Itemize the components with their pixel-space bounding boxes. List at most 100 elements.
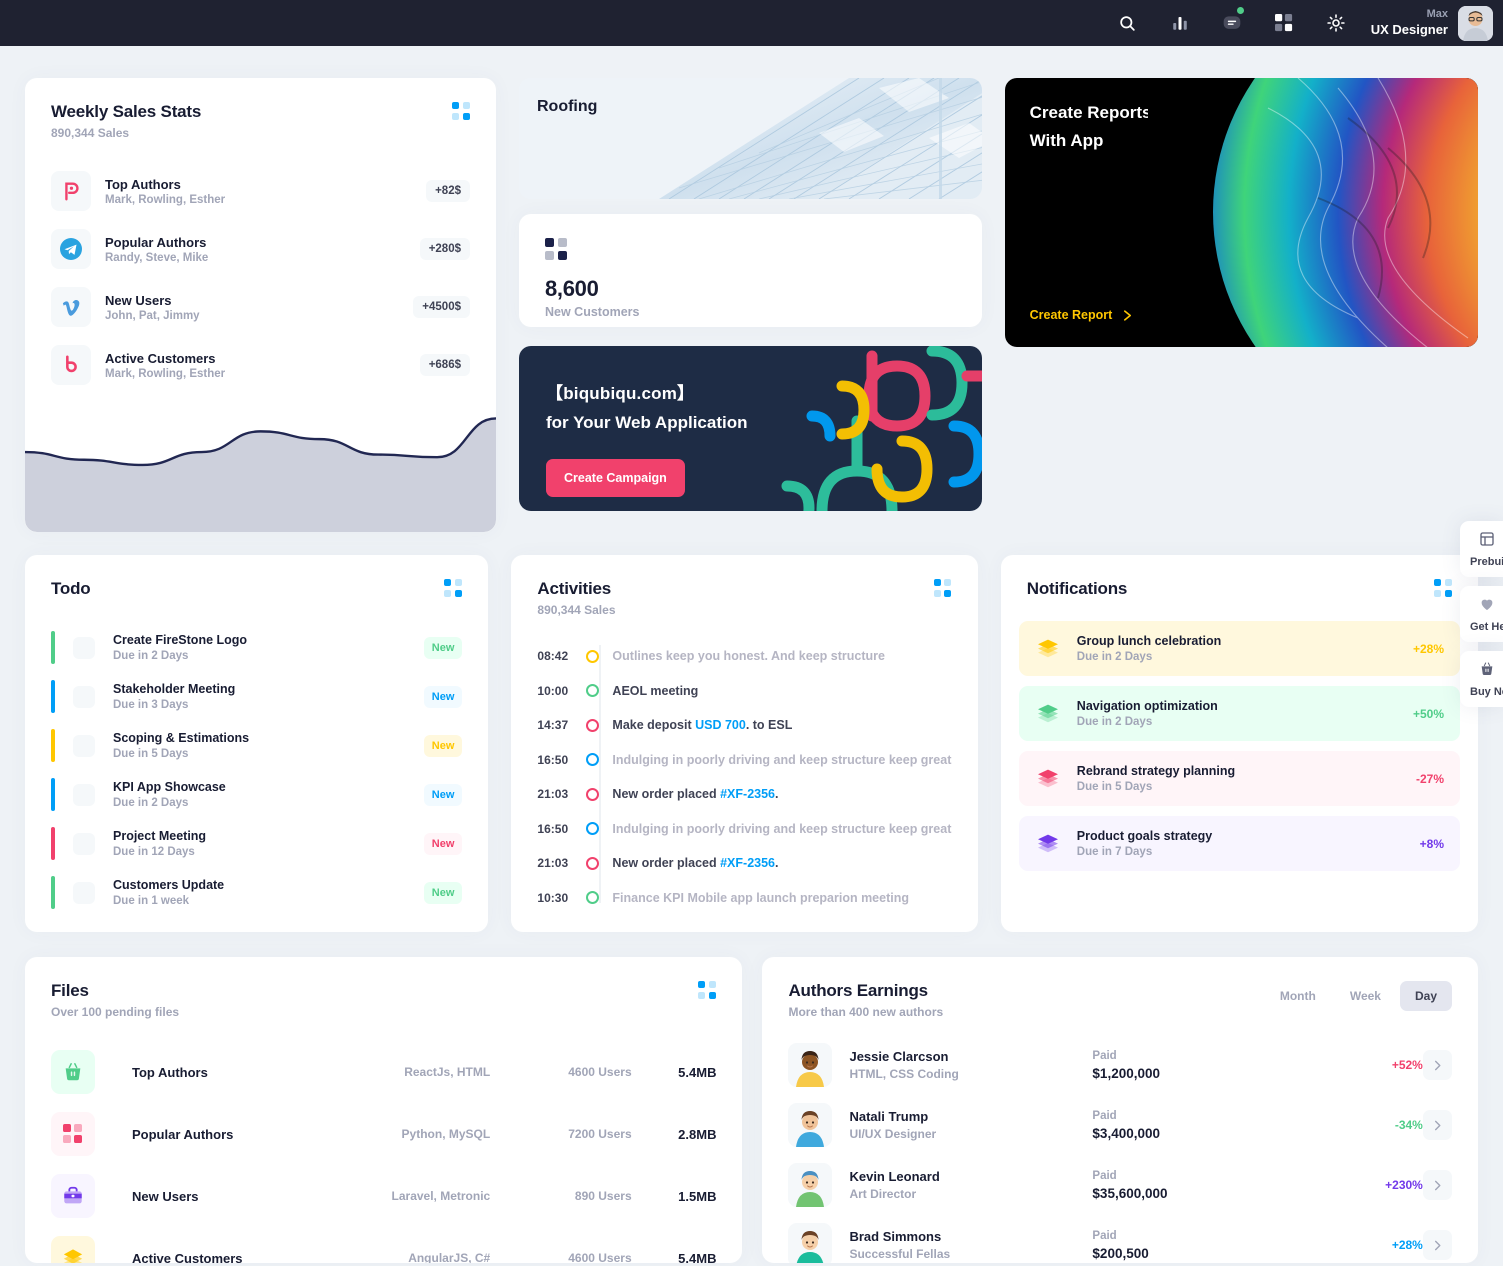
activity-item[interactable]: 16:50 Indulging in poorly driving and ke… xyxy=(537,743,951,778)
activity-link[interactable]: #XF-2356 xyxy=(720,787,775,801)
author-detail-button[interactable] xyxy=(1422,1050,1452,1080)
activities-header: Activities 890,344 Sales xyxy=(511,555,977,617)
topbar-icon-group xyxy=(1111,6,1353,40)
create-campaign-button[interactable]: Create Campaign xyxy=(546,459,685,497)
notification-due: Due in 2 Days xyxy=(1076,716,1153,728)
todo-checkbox[interactable] xyxy=(73,881,95,904)
notification-percent: +28% xyxy=(1412,641,1444,656)
file-name: New Users xyxy=(132,1188,199,1204)
author-role: HTML, CSS Coding xyxy=(849,1067,959,1081)
notification-item[interactable]: Group lunch celebration Due in 2 Days +2… xyxy=(1018,621,1460,676)
todo-checkbox[interactable] xyxy=(73,832,95,855)
top-row: Weekly Sales Stats 890,344 Sales Top Aut… xyxy=(25,78,1478,532)
todo-item[interactable]: KPI App Showcase Due in 2 Days New xyxy=(51,770,463,819)
chat-icon[interactable] xyxy=(1215,6,1249,40)
paid-value: $1,200,000 xyxy=(1092,1065,1160,1081)
author-paid: Paid $3,400,000 xyxy=(1092,1110,1316,1141)
weekly-sales-row-value: +280$ xyxy=(419,238,470,260)
card-menu-icon[interactable] xyxy=(698,981,716,999)
activity-text: AEOL meeting xyxy=(612,683,699,698)
paid-label: Paid xyxy=(1092,1049,1117,1062)
activity-text: Indulging in poorly driving and keep str… xyxy=(612,752,952,767)
todo-item[interactable]: Scoping & Estimations Due in 5 Days New xyxy=(51,721,463,770)
activity-time: 21:03 xyxy=(537,787,569,802)
activity-link[interactable]: USD 700 xyxy=(695,718,746,732)
float-item-prebuilt[interactable]: Prebuilt xyxy=(1460,521,1503,577)
roofing-title: Roofing xyxy=(537,98,598,115)
todo-item-text: Customers Update Due in 1 week xyxy=(113,878,424,907)
activity-item[interactable]: 21:03 New order placed #XF-2356. xyxy=(537,846,951,881)
todo-item[interactable]: Stakeholder Meeting Due in 3 Days New xyxy=(51,672,463,721)
todo-item[interactable]: Create FireStone Logo Due in 2 Days New xyxy=(51,623,463,672)
grid-icon[interactable] xyxy=(1267,6,1301,40)
todo-checkbox[interactable] xyxy=(73,685,95,708)
todo-item[interactable]: Customers Update Due in 1 week New xyxy=(51,868,463,917)
file-row[interactable]: Popular Authors Python, MySQL 7200 Users… xyxy=(51,1103,716,1165)
user-menu[interactable]: Max UX Designer xyxy=(1371,5,1493,41)
chart-icon[interactable] xyxy=(1163,6,1197,40)
create-report-link[interactable]: Create Report xyxy=(1030,308,1135,322)
todo-item-text: Project Meeting Due in 12 Days xyxy=(113,829,424,858)
author-detail-button[interactable] xyxy=(1422,1230,1452,1260)
weekly-sales-row[interactable]: Top Authors Mark, Rowling, Esther +82$ xyxy=(51,162,470,220)
weekly-sales-row[interactable]: Popular Authors Randy, Steve, Mike +280$ xyxy=(51,220,470,278)
card-menu-icon[interactable] xyxy=(452,102,470,120)
file-row[interactable]: Top Authors ReactJs, HTML 4600 Users 5.4… xyxy=(51,1041,716,1103)
weekly-sales-row-people: Mark, Rowling, Esther xyxy=(105,367,226,380)
theme-icon[interactable] xyxy=(1319,6,1353,40)
todo-checkbox[interactable] xyxy=(73,636,95,659)
roofing-card[interactable]: Roofing xyxy=(519,78,982,199)
tab-day[interactable]: Day xyxy=(1399,981,1452,1011)
author-row[interactable]: Kevin Leonard Art Director Paid $35,600,… xyxy=(788,1155,1452,1215)
weekly-sales-row-name: New Users xyxy=(105,292,172,308)
activity-body: Indulging in poorly driving and keep str… xyxy=(612,822,951,836)
notification-item[interactable]: Rebrand strategy planning Due in 5 Days … xyxy=(1018,751,1460,806)
weekly-sales-chart xyxy=(25,395,496,532)
activity-body: Indulging in poorly driving and keep str… xyxy=(612,753,951,767)
file-row[interactable]: New Users Laravel, Metronic 890 Users 1.… xyxy=(51,1165,716,1227)
todo-checkbox[interactable] xyxy=(73,783,95,806)
todo-item-name: Project Meeting xyxy=(113,829,207,843)
float-item-label: Get Help xyxy=(1470,621,1503,633)
weekly-sales-row[interactable]: New Users John, Pat, Jimmy +4500$ xyxy=(51,278,470,336)
paid-label: Paid xyxy=(1092,1229,1117,1242)
activity-item[interactable]: 08:42 Outlines keep you honest. And keep… xyxy=(537,639,951,674)
card-menu-icon[interactable] xyxy=(444,579,462,597)
activity-item[interactable]: 21:03 New order placed #XF-2356. xyxy=(537,777,951,812)
activity-item[interactable]: 16:50 Indulging in poorly driving and ke… xyxy=(537,812,951,847)
layers-icon xyxy=(1035,766,1061,792)
activity-item[interactable]: 10:30 Finance KPI Mobile app launch prep… xyxy=(537,881,951,916)
author-percent: +28% xyxy=(1391,1238,1423,1252)
basket-icon xyxy=(51,1050,95,1094)
author-row[interactable]: Natali Trump UI/UX Designer Paid $3,400,… xyxy=(788,1095,1452,1155)
search-icon[interactable] xyxy=(1111,6,1145,40)
notification-item[interactable]: Navigation optimization Due in 2 Days +5… xyxy=(1018,686,1460,741)
avatar[interactable] xyxy=(1458,5,1493,41)
file-name: Active Customers xyxy=(132,1250,243,1264)
bottom-row: Files Over 100 pending files Top Authors… xyxy=(25,957,1478,1263)
card-menu-icon[interactable] xyxy=(933,579,952,597)
tab-week[interactable]: Week xyxy=(1335,981,1396,1011)
todo-item-name: Customers Update xyxy=(113,878,225,892)
right-column: Create Reports With App Create Report xyxy=(1004,78,1478,532)
tab-month[interactable]: Month xyxy=(1265,981,1331,1011)
author-row[interactable]: Jessie Clarcson HTML, CSS Coding Paid $1… xyxy=(788,1035,1452,1095)
file-tech: Python, MySQL xyxy=(401,1127,491,1141)
author-row[interactable]: Brad Simmons Successful Fellas Paid $200… xyxy=(788,1215,1452,1263)
weekly-sales-row[interactable]: Active Customers Mark, Rowling, Esther +… xyxy=(51,336,470,394)
activity-item[interactable]: 14:37 Make deposit USD 700. to ESL xyxy=(537,708,951,743)
notification-item[interactable]: Product goals strategy Due in 7 Days +8% xyxy=(1018,816,1460,871)
card-menu-icon[interactable] xyxy=(1434,579,1452,597)
campaign-banner: 【biqubiqu.com】 for Your Web Application … xyxy=(519,346,982,511)
file-row[interactable]: Active Customers AngularJS, C# 4600 User… xyxy=(51,1227,716,1263)
notification-name: Rebrand strategy planning xyxy=(1076,764,1236,778)
todo-checkbox[interactable] xyxy=(73,734,95,757)
activity-marker-icon xyxy=(586,822,600,836)
float-item-buy-now[interactable]: Buy Now xyxy=(1460,651,1503,707)
float-item-get-help[interactable]: Get Help xyxy=(1460,586,1503,642)
todo-item[interactable]: Project Meeting Due in 12 Days New xyxy=(51,819,463,868)
activity-item[interactable]: 10:00 AEOL meeting xyxy=(537,674,951,709)
author-detail-button[interactable] xyxy=(1422,1170,1452,1200)
activity-link[interactable]: #XF-2356 xyxy=(720,856,775,870)
author-detail-button[interactable] xyxy=(1422,1110,1452,1140)
